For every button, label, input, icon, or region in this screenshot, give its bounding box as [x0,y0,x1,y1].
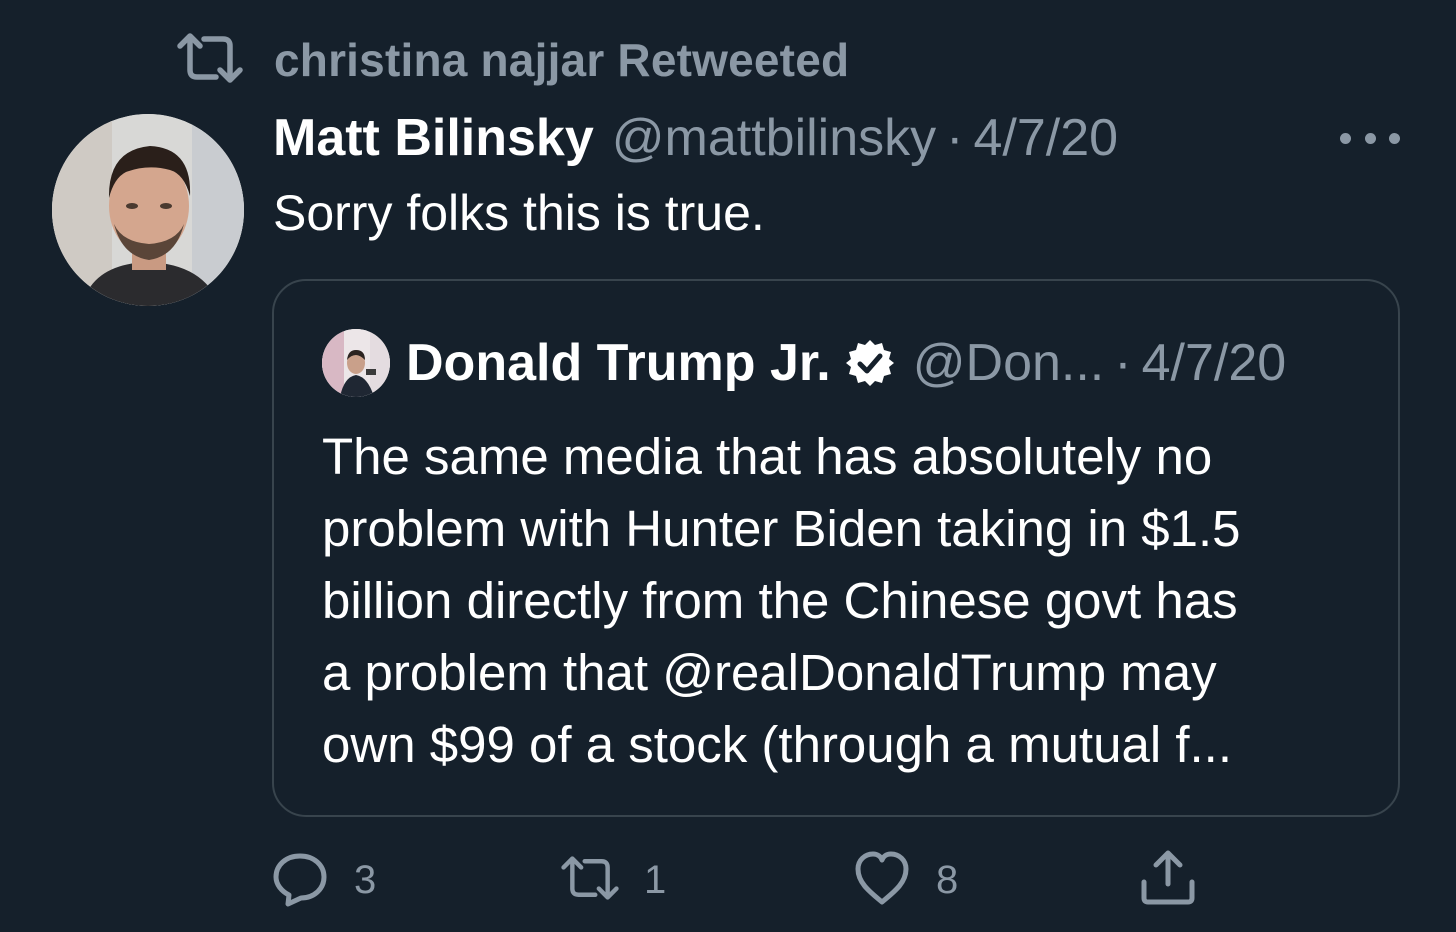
retweet-icon [176,30,244,91]
retweet-button[interactable]: 1 [560,848,666,912]
separator-dot: · [1114,334,1132,392]
author-avatar[interactable] [52,114,244,306]
tweet-date[interactable]: 4/7/20 [973,108,1118,168]
retweet-count: 1 [644,857,667,902]
like-count: 8 [936,857,959,902]
verified-badge-icon [845,338,895,388]
tweet-text: Sorry folks this is true. [273,185,765,241]
share-icon [1138,848,1198,913]
quoted-author-avatar [322,329,390,397]
quoted-tweet-card[interactable]: Donald Trump Jr. @Don... · 4/7/20 The sa… [272,279,1400,817]
retweet-context[interactable]: christina najjar Retweeted [176,32,849,88]
author-handle[interactable]: @mattbilinsky [612,108,936,168]
quoted-tweet-text: The same media that has absolutely no pr… [322,421,1382,781]
more-horizontal-icon [1364,132,1376,144]
more-horizontal-icon [1389,132,1400,144]
heart-icon [852,848,912,913]
more-options-button[interactable] [1340,118,1400,158]
quoted-author-name: Donald Trump Jr. [406,334,831,392]
reply-button[interactable]: 3 [270,848,376,912]
quoted-text-line: own $99 of a stock (through a mutual f..… [322,716,1233,773]
quoted-text-line: The same media that has absolutely no [322,428,1213,485]
like-button[interactable]: 8 [852,848,958,912]
reply-count: 3 [354,857,377,902]
quoted-text-line: billion directly from the Chinese govt h… [322,572,1238,629]
retweet-icon [560,848,620,913]
author-name[interactable]: Matt Bilinsky [273,108,594,168]
tweet-container: christina najjar Retweeted Matt Bilinsky… [0,0,1456,932]
quoted-text-line: a problem that @realDonaldTrump may [322,644,1217,701]
retweet-label: christina najjar Retweeted [274,34,850,86]
quoted-tweet-header: Donald Trump Jr. @Don... · 4/7/20 [322,327,1286,399]
tweet-header: Matt Bilinsky @mattbilinsky · 4/7/20 [273,108,1118,172]
reply-icon [270,848,330,913]
quoted-author-handle: @Don... [912,334,1105,392]
share-button[interactable] [1138,848,1198,912]
action-bar: 3 1 8 [270,848,1230,912]
separator-dot: · [946,109,964,167]
quoted-tweet-date: 4/7/20 [1141,334,1287,392]
more-horizontal-icon [1340,132,1351,144]
quoted-text-line: problem with Hunter Biden taking in $1.5 [322,500,1241,557]
